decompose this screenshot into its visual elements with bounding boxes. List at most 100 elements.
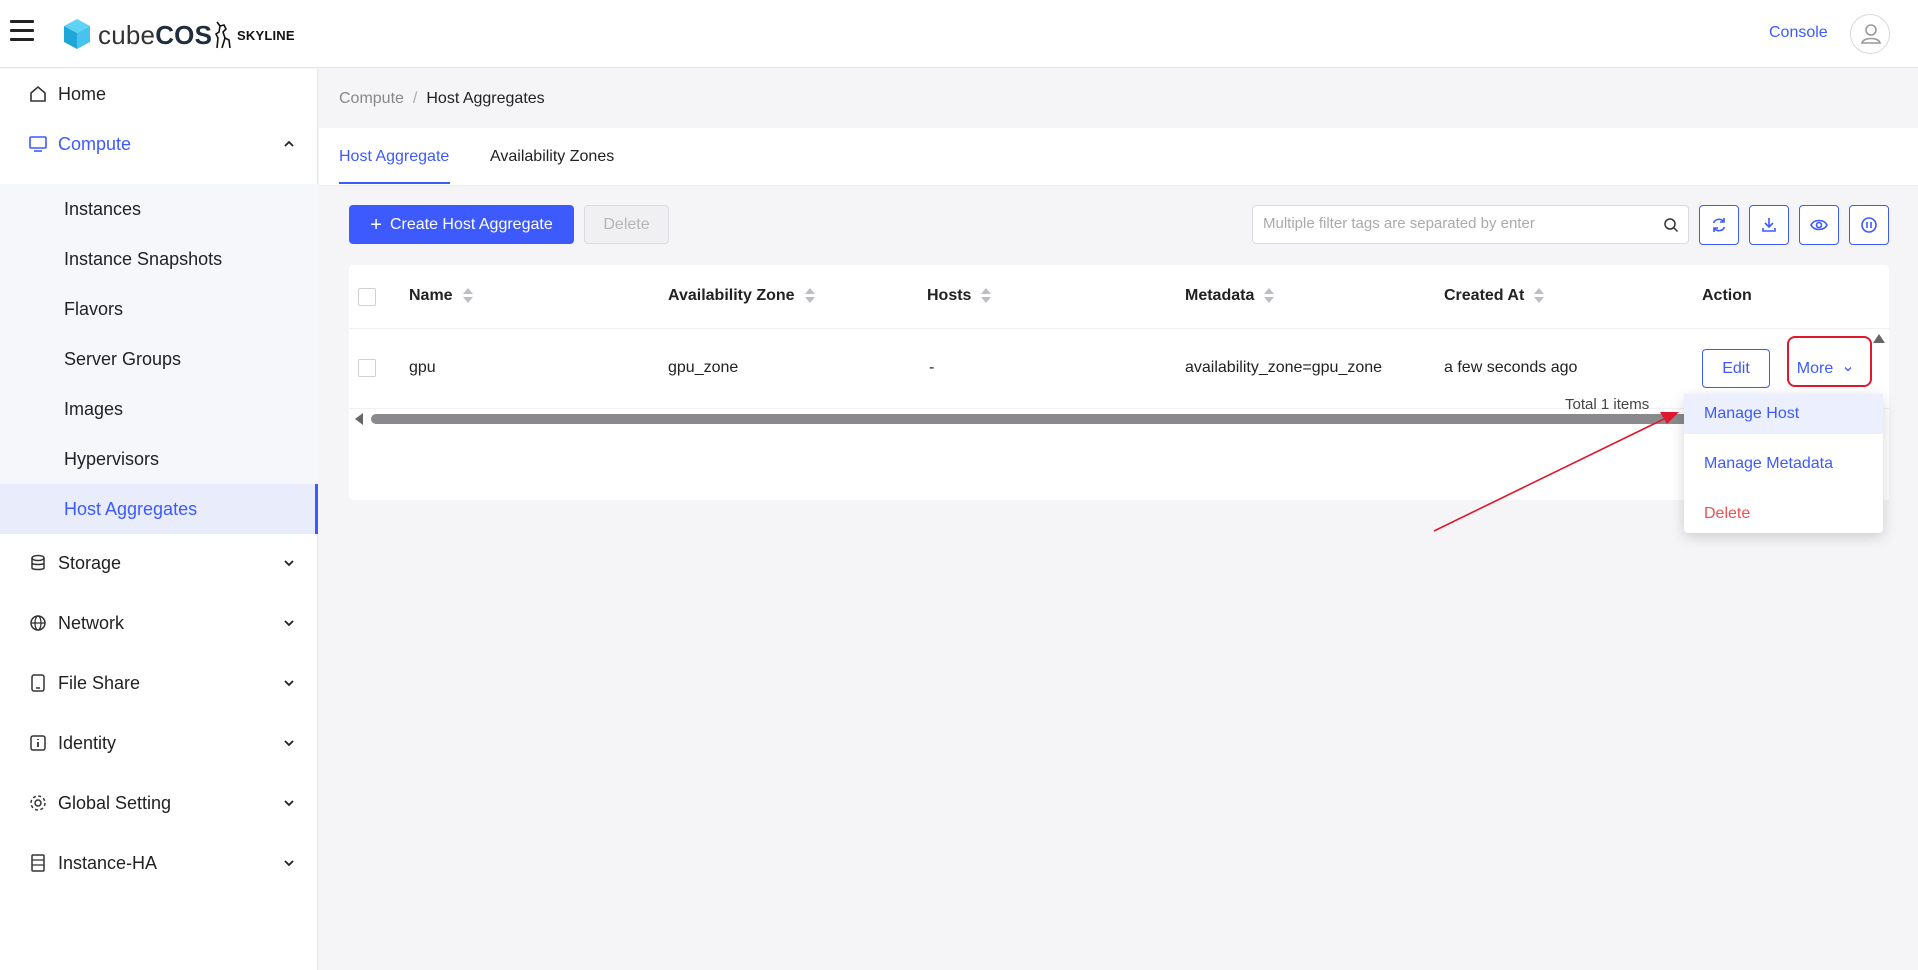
sidebar-item-host-aggregates[interactable]: Host Aggregates (0, 484, 318, 534)
sidebar-item-images[interactable]: Images (0, 384, 318, 434)
search-input[interactable] (1263, 215, 1653, 232)
search-box (1252, 205, 1689, 244)
info-icon (30, 735, 46, 751)
column-header-action: Action (1702, 287, 1752, 304)
pause-icon (1861, 217, 1877, 233)
table-header: Name Availability Zone Hosts Metadata Cr… (349, 265, 1889, 329)
column-header-availability-zone[interactable]: Availability Zone (668, 287, 815, 305)
horizontal-scrollbar[interactable] (349, 409, 1889, 429)
sidebar-item-instance-snapshots[interactable]: Instance Snapshots (0, 234, 318, 284)
auto-refresh-pause-button[interactable] (1849, 205, 1889, 245)
console-link[interactable]: Console (1769, 24, 1828, 42)
tab-host-aggregate[interactable]: Host Aggregate (339, 148, 449, 166)
sidebar-item-compute[interactable]: Compute (0, 119, 318, 169)
more-dropdown-menu: Manage Host Manage Metadata Delete (1684, 394, 1883, 533)
server-icon (31, 854, 45, 872)
breadcrumb-parent[interactable]: Compute (339, 90, 404, 107)
breadcrumb-separator: / (412, 90, 418, 107)
column-header-metadata[interactable]: Metadata (1185, 287, 1275, 305)
user-icon (1861, 24, 1881, 44)
scrollbar-thumb[interactable] (371, 414, 1691, 424)
column-header-hosts[interactable]: Hosts (927, 287, 992, 305)
chevron-up-icon (284, 140, 294, 147)
sidebar-item-flavors[interactable]: Flavors (0, 284, 318, 334)
sidebar-item-network[interactable]: Network (0, 598, 318, 648)
sidebar-item-label: Instance-HA (58, 852, 158, 873)
sidebar: Home Compute Instances Instance Snapshot… (0, 69, 318, 970)
menu-item-label: Manage Metadata (1704, 455, 1833, 472)
chevron-down-icon (284, 800, 294, 807)
sort-icon[interactable] (981, 288, 992, 304)
sidebar-item-label: Instance Snapshots (64, 248, 223, 269)
scroll-left-arrow-icon[interactable] (355, 413, 363, 425)
sort-icon[interactable] (1264, 288, 1275, 304)
user-avatar[interactable] (1850, 14, 1890, 54)
sort-icon[interactable] (462, 288, 473, 304)
sidebar-item-hypervisors[interactable]: Hypervisors (0, 434, 318, 484)
chevron-down-icon (284, 620, 294, 627)
chevron-down-icon (284, 560, 294, 567)
tab-availability-zones[interactable]: Availability Zones (490, 148, 614, 166)
edit-button[interactable]: Edit (1702, 349, 1770, 388)
monitor-icon (29, 136, 47, 152)
column-header-created-at[interactable]: Created At (1444, 287, 1545, 305)
top-header: cubeCOS SKYLINE Console (0, 0, 1918, 68)
sort-icon[interactable] (1534, 288, 1545, 304)
menu-toggle-icon[interactable] (10, 20, 34, 46)
skyline-wordmark: SKYLINE (237, 27, 295, 43)
sidebar-item-label: Images (64, 398, 124, 419)
eye-icon (1810, 219, 1828, 231)
gear-icon (30, 795, 46, 811)
menu-item-manage-metadata[interactable]: Manage Metadata (1684, 444, 1883, 484)
sidebar-item-label: Identity (58, 732, 117, 753)
sidebar-item-label: File Share (58, 672, 141, 693)
sidebar-item-label: Instances (64, 198, 142, 219)
sidebar-item-label: Storage (58, 552, 122, 573)
sidebar-item-instances[interactable]: Instances (0, 184, 318, 234)
sidebar-item-label: Network (58, 612, 125, 633)
scroll-up-arrow-icon[interactable] (1873, 334, 1885, 343)
total-items-text: Total 1 items (1565, 396, 1650, 413)
cell-metadata: availability_zone=gpu_zone (1185, 359, 1383, 376)
sidebar-item-label: Hypervisors (64, 448, 160, 469)
sidebar-item-storage[interactable]: Storage (0, 538, 318, 588)
sidebar-item-label: Host Aggregates (64, 498, 198, 519)
chevron-down-icon (284, 860, 294, 867)
sidebar-item-file-share[interactable]: File Share (0, 658, 318, 708)
cell-availability-zone: gpu_zone (668, 359, 739, 376)
search-icon[interactable] (1663, 217, 1679, 233)
sidebar-item-global-setting[interactable]: Global Setting (0, 778, 318, 828)
menu-item-delete[interactable]: Delete (1684, 494, 1883, 534)
host-aggregate-table: Name Availability Zone Hosts Metadata Cr… (349, 265, 1889, 500)
sidebar-item-label: Flavors (64, 298, 124, 319)
create-host-aggregate-button[interactable]: + Create Host Aggregate (349, 205, 574, 244)
create-button-label: Create Host Aggregate (389, 215, 553, 233)
breadcrumb: Compute / Host Aggregates (339, 90, 545, 108)
sidebar-item-identity[interactable]: Identity (0, 718, 318, 768)
cube-logo-icon (64, 19, 90, 49)
row-checkbox[interactable] (358, 359, 376, 377)
cell-created-at: a few seconds ago (1444, 359, 1578, 376)
delete-button[interactable]: Delete (584, 205, 669, 244)
brand-name[interactable]: cubeCOS (98, 20, 212, 51)
menu-item-label: Manage Host (1704, 405, 1800, 422)
home-icon (30, 85, 46, 102)
download-button[interactable] (1749, 205, 1789, 245)
column-visibility-button[interactable] (1799, 205, 1839, 245)
breadcrumb-current: Host Aggregates (426, 90, 545, 107)
select-all-checkbox[interactable] (358, 288, 376, 306)
chevron-down-icon (284, 740, 294, 747)
sort-icon[interactable] (804, 288, 815, 304)
sidebar-item-server-groups[interactable]: Server Groups (0, 334, 318, 384)
plus-icon: + (370, 213, 382, 236)
table-row: gpu gpu_zone - availability_zone=gpu_zon… (349, 329, 1889, 409)
menu-item-label: Delete (1704, 505, 1751, 522)
cell-name: gpu (409, 359, 436, 376)
llama-icon (214, 21, 231, 49)
menu-item-manage-host[interactable]: Manage Host (1684, 394, 1883, 434)
sidebar-item-instance-ha[interactable]: Instance-HA (0, 838, 318, 888)
refresh-button[interactable] (1699, 205, 1739, 245)
column-header-name[interactable]: Name (409, 287, 473, 305)
sidebar-item-home[interactable]: Home (0, 69, 318, 119)
chevron-down-icon (284, 680, 294, 687)
